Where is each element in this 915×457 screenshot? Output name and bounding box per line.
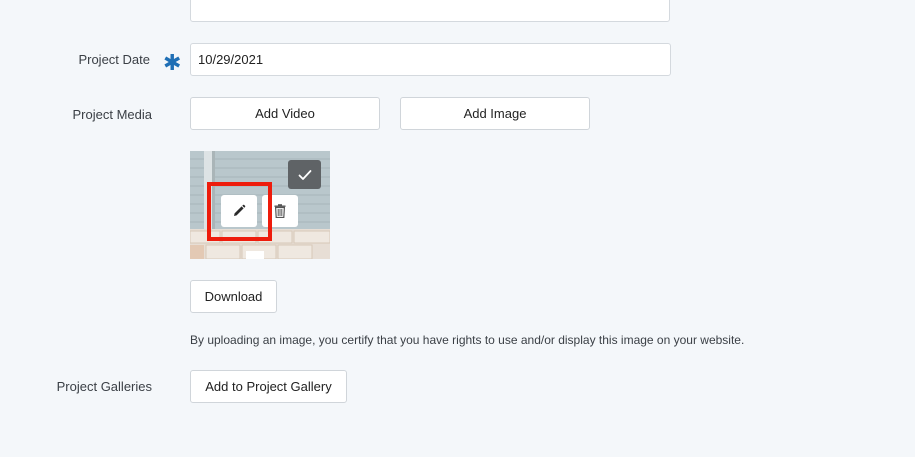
add-to-project-gallery-button[interactable]: Add to Project Gallery: [190, 370, 347, 403]
previous-field-input[interactable]: [190, 0, 670, 22]
project-date-label: Project Date: [78, 52, 150, 67]
download-button[interactable]: Download: [190, 280, 277, 313]
trash-icon: [274, 204, 286, 218]
project-galleries-label: Project Galleries: [56, 379, 152, 394]
image-rights-note: By uploading an image, you certify that …: [190, 333, 745, 347]
delete-image-button[interactable]: [262, 195, 298, 227]
add-video-button[interactable]: Add Video: [190, 97, 380, 130]
required-asterisk-icon: ✱: [163, 50, 182, 75]
add-image-button[interactable]: Add Image: [400, 97, 590, 130]
edit-image-button[interactable]: [221, 195, 257, 227]
select-image-button[interactable]: [288, 160, 321, 189]
project-date-value: 10/29/2021: [198, 52, 264, 67]
project-media-label: Project Media: [72, 107, 152, 122]
pencil-icon: [234, 204, 246, 216]
project-date-input[interactable]: 10/29/2021: [190, 43, 671, 76]
check-icon: [298, 169, 311, 180]
